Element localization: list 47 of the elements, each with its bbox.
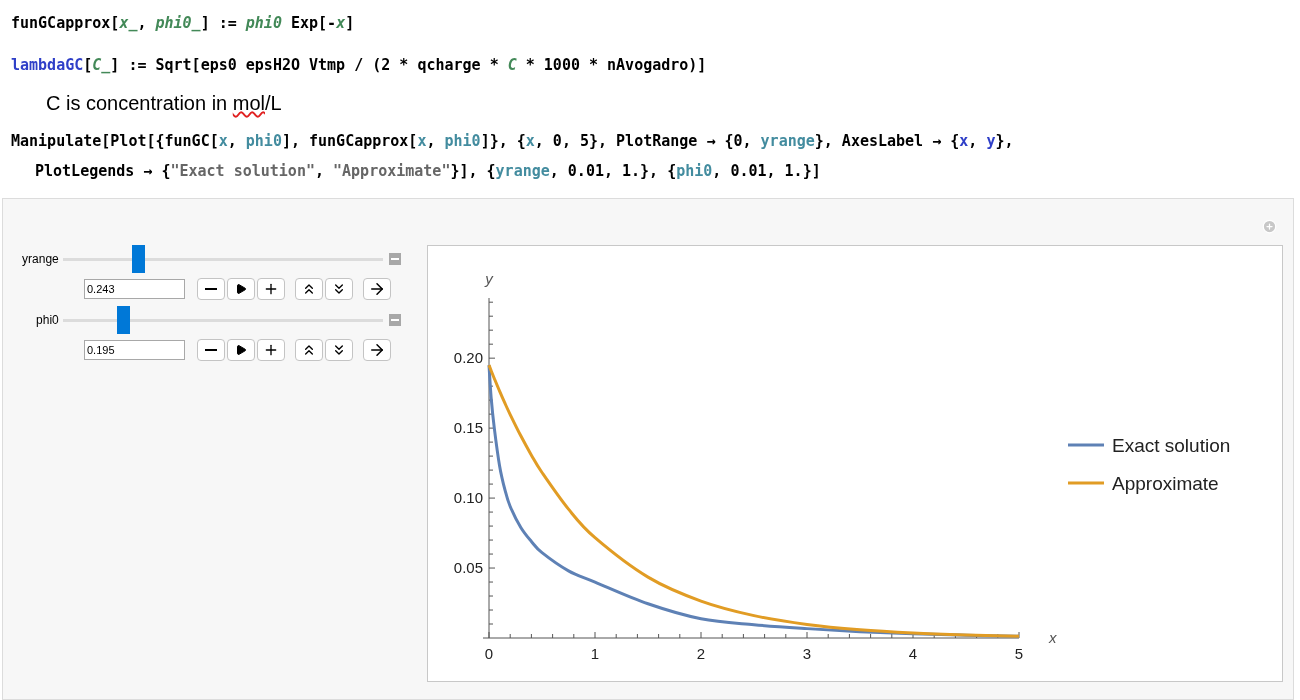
arrow-right-icon xyxy=(368,280,386,298)
slower-button[interactable] xyxy=(325,339,353,361)
tick-label: 0.20 xyxy=(453,349,483,367)
increment-button[interactable] xyxy=(257,339,285,361)
code-line: Manipulate[Plot[{funGC[x, phi0], funGCapprox[x, phi0]}, {x, 0, 5}, PlotRange → {0, yrange}, AxesLabel → {x, y}, xyxy=(11,131,1014,152)
value-field[interactable]: 0.195 xyxy=(84,340,185,360)
play-button[interactable] xyxy=(227,278,255,300)
increment-button[interactable] xyxy=(257,278,285,300)
tick-label: 3 xyxy=(802,645,812,662)
decrement-button[interactable] xyxy=(197,339,225,361)
faster-button[interactable] xyxy=(295,278,323,300)
slider-label: phi0 xyxy=(35,312,60,329)
axis-label: x xyxy=(1049,629,1057,646)
direction-button[interactable] xyxy=(363,339,391,361)
play-icon xyxy=(235,283,247,295)
play-button[interactable] xyxy=(227,339,255,361)
tick-label: 0.15 xyxy=(453,419,483,437)
tick-label: 0.05 xyxy=(453,559,483,577)
legend-label: Approximate xyxy=(1112,473,1219,494)
slider-track[interactable] xyxy=(62,306,384,334)
value-field[interactable]: 0.243 xyxy=(84,279,185,299)
slider-track[interactable] xyxy=(62,245,384,273)
slider-label: yrange xyxy=(21,251,60,268)
tick-label: 2 xyxy=(696,645,706,662)
legend-label: Exact solution xyxy=(1112,435,1231,456)
tick-label: 0 xyxy=(484,645,494,662)
faster-button[interactable] xyxy=(295,339,323,361)
tick-label: 0.10 xyxy=(453,489,483,507)
text-cell-text: C is concentration in mol/L xyxy=(46,91,282,116)
tick-label: 1 xyxy=(590,645,600,662)
plus-icon xyxy=(263,342,279,358)
slider-thumb[interactable] xyxy=(132,245,146,273)
play-icon xyxy=(235,344,247,356)
tick-label: 5 xyxy=(1014,645,1024,662)
tick-label: 4 xyxy=(908,645,918,662)
direction-button[interactable] xyxy=(363,278,391,300)
minus-icon xyxy=(205,288,217,290)
slider-thumb[interactable] xyxy=(116,306,130,334)
code-line: funGCapprox[x_, phi0_] := phi0 Exp[-x] xyxy=(11,13,355,34)
minus-icon xyxy=(205,349,217,351)
axis-label: y xyxy=(485,270,493,287)
slower-button[interactable] xyxy=(325,278,353,300)
decrement-button[interactable] xyxy=(197,278,225,300)
plus-icon xyxy=(263,281,279,297)
code-line: lambdaGC[C_] := Sqrt[eps0 epsH2O Vtmp / (2 * qcharge * C * 1000 * nAvogadro)] xyxy=(11,55,707,76)
code-line: PlotLegends → {"Exact solution", "Approximate"}], {yrange, 0.01, 1.}, {phi0, 0.01, 1.}] xyxy=(34,161,821,182)
arrow-right-icon xyxy=(368,341,386,359)
